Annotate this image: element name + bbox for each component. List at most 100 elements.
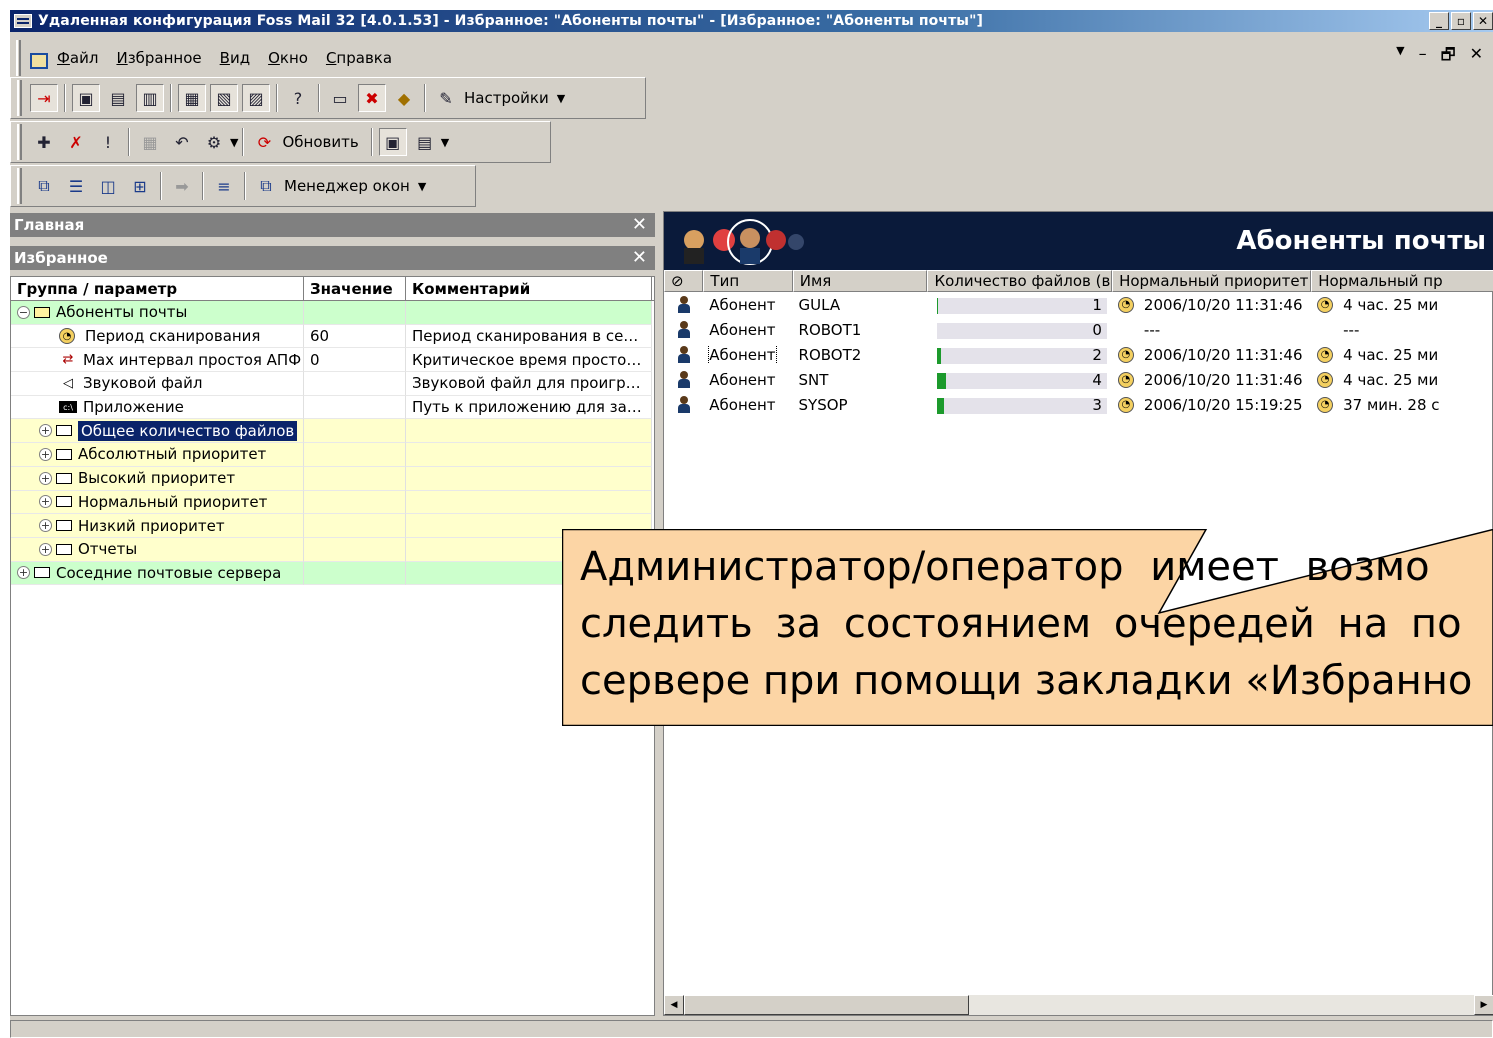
horizontal-scrollbar[interactable]: ◀ ▶ <box>664 995 1493 1015</box>
toolbar-grip[interactable] <box>17 168 22 204</box>
window-title: Удаленная конфигурация Foss Mail 32 [4.0… <box>38 13 983 29</box>
settings-button[interactable]: Настройки <box>464 89 549 107</box>
mdi-window-icon[interactable] <box>27 49 48 69</box>
arrange-icon[interactable]: ⊞ <box>126 172 154 200</box>
toolbar-chevron-icon[interactable]: ▼ <box>557 92 565 105</box>
main-view-icon[interactable]: ▣ <box>72 84 100 112</box>
properties-icon[interactable]: ▦ <box>136 128 164 156</box>
scrollbar-track[interactable] <box>969 995 1474 1015</box>
next-window-icon[interactable]: ➡ <box>168 172 196 200</box>
tree-row[interactable]: ◔ Период сканирования 60 Период сканирова… <box>11 324 654 349</box>
mdi-close-button[interactable]: ✕ <box>1470 44 1483 71</box>
toolbar-chevron-icon[interactable]: ▼ <box>441 136 449 149</box>
column-header-type[interactable]: Тип <box>703 270 793 292</box>
window-icon[interactable]: ▭ <box>326 84 354 112</box>
column-header-group[interactable]: Группа / параметр <box>11 277 304 300</box>
tile-vertical-icon[interactable]: ◫ <box>94 172 122 200</box>
expand-icon[interactable]: + <box>17 566 30 580</box>
window-manager-icon[interactable]: ⧉ <box>252 172 280 200</box>
list-row[interactable]: Абонент SYSOP 3 ◔ 2006/10/20 15:19:25 ◔ 37 мин… <box>664 392 1493 417</box>
menubar-chevron-icon[interactable]: ▼ <box>1396 44 1404 71</box>
expand-icon[interactable]: + <box>39 495 52 509</box>
toolbar-edit: ✚ ✗ ! ▦ ↶ ⚙ ▼ ⟳ Обновить ▣ ▤ ▼ <box>10 121 551 163</box>
column-header-comment[interactable]: Комментарий <box>406 277 652 300</box>
tree-row-label: Звуковой файл <box>83 374 203 393</box>
stop-icon[interactable]: ✖ <box>358 84 386 112</box>
favorites-view-icon[interactable]: ▤ <box>104 84 132 112</box>
toolbar-grip[interactable] <box>17 124 22 160</box>
tree-row[interactable]: − Абоненты почты <box>11 301 654 325</box>
add-item-icon[interactable]: ✚ <box>30 128 58 156</box>
menubar-grip[interactable] <box>16 40 21 76</box>
mdi-restore-button[interactable]: 🗗 <box>1441 44 1456 71</box>
column-header-normal-priority[interactable]: Нормальный приоритет -… <box>1112 270 1312 292</box>
list-icon[interactable]: ≡ <box>210 172 238 200</box>
preview-icon[interactable]: ▣ <box>378 128 407 156</box>
expand-icon[interactable]: + <box>39 424 52 438</box>
expand-icon[interactable]: + <box>39 519 52 533</box>
column-header-file-count[interactable]: Количество файлов (вс… <box>927 270 1113 292</box>
menu-view[interactable]: Вид <box>220 49 250 67</box>
close-button[interactable]: ✕ <box>1473 12 1493 30</box>
scrollbar-thumb[interactable] <box>684 995 969 1015</box>
mdi-minimize-button[interactable]: – <box>1419 44 1427 71</box>
tree-row[interactable]: c:\ Приложение Путь к приложению для за… <box>11 395 654 420</box>
refresh-button[interactable]: Обновить <box>282 133 358 151</box>
log-icon[interactable]: ▧ <box>210 84 238 112</box>
column-header-normal-priority-duration[interactable]: Нормальный пр <box>1311 270 1493 292</box>
title-bar[interactable]: Удаленная конфигурация Foss Mail 32 [4.0… <box>10 10 1493 32</box>
cascade-icon[interactable]: ⧉ <box>30 172 58 200</box>
close-icon[interactable]: ✕ <box>632 214 647 235</box>
minimize-button[interactable]: _ <box>1429 12 1449 30</box>
collapse-icon[interactable]: − <box>17 305 30 319</box>
file-count-value: 1 <box>1092 295 1102 314</box>
scroll-right-icon[interactable]: ▶ <box>1474 995 1493 1015</box>
tile-horizontal-icon[interactable]: ☰ <box>62 172 90 200</box>
close-icon[interactable]: ✕ <box>632 247 647 268</box>
toolbar-chevron-icon[interactable]: ▼ <box>418 180 426 193</box>
tools-icon[interactable]: ◆ <box>390 84 418 112</box>
help-icon[interactable]: ? <box>284 84 312 112</box>
tree-row[interactable]: ⇄ Max интервал простоя АПФ 0 Критическое … <box>11 348 654 373</box>
list-row[interactable]: Абонент GULA 1 ◔ 2006/10/20 11:31:46 ◔ 4 час. … <box>664 292 1493 317</box>
tree-row[interactable]: ◁ Звуковой файл Звуковой файл для проигр… <box>11 372 654 396</box>
disconnect-icon[interactable]: ⇥ <box>30 84 58 112</box>
tree-row[interactable]: + Отчеты <box>11 537 654 562</box>
tree-row[interactable]: + Соседние почтовые сервера <box>11 561 654 586</box>
menu-window[interactable]: Окно <box>268 49 308 67</box>
maximize-button[interactable]: ▫ <box>1451 12 1471 30</box>
export-icon[interactable]: ▤ <box>411 128 439 156</box>
mark-item-icon[interactable]: ! <box>94 128 122 156</box>
list-row[interactable]: Абонент ROBOT1 0 --- --- <box>664 317 1493 342</box>
stats-icon[interactable]: ▨ <box>242 84 270 112</box>
file-count-bar <box>937 347 1108 364</box>
tree-row[interactable]: + Абсолютный приоритет <box>11 443 654 467</box>
favorites-tree[interactable]: Группа / параметр Значение Комментарий −… <box>10 276 655 1016</box>
expand-icon[interactable]: + <box>39 471 52 485</box>
report-icon[interactable]: ▦ <box>178 84 206 112</box>
column-header-value[interactable]: Значение <box>304 277 406 300</box>
delete-item-icon[interactable]: ✗ <box>62 128 90 156</box>
expand-icon[interactable]: + <box>39 542 52 556</box>
tree-row[interactable]: + Высокий приоритет <box>11 466 654 491</box>
menu-favorites[interactable]: Избранное <box>116 49 201 67</box>
move-icon[interactable]: ↶ <box>168 128 196 156</box>
tree-row[interactable]: + Нормальный приоритет <box>11 490 654 515</box>
window-manager-button[interactable]: Менеджер окон <box>284 177 410 195</box>
tree-row[interactable]: + Общее количество файлов <box>11 419 654 444</box>
column-header-icon[interactable]: ⊘ <box>664 270 704 292</box>
expand-icon[interactable]: + <box>39 447 52 461</box>
tree-row[interactable]: + Низкий приоритет <box>11 514 654 538</box>
toolbar-chevron-icon[interactable]: ▼ <box>230 136 238 149</box>
configure-icon[interactable]: ⚙ <box>200 128 228 156</box>
refresh-icon[interactable]: ⟳ <box>250 128 278 156</box>
menu-help[interactable]: Справка <box>326 49 392 67</box>
settings-icon[interactable]: ✎ <box>432 84 460 112</box>
column-header-name[interactable]: Имя <box>792 270 928 292</box>
monitor-view-icon[interactable]: ▥ <box>136 84 164 112</box>
menu-file[interactable]: Файл <box>57 49 98 67</box>
list-row[interactable]: Абонент ROBOT2 2 ◔ 2006/10/20 11:31:46 ◔ 4 час… <box>664 342 1493 367</box>
list-row[interactable]: Абонент SNT 4 ◔ 2006/10/20 11:31:46 ◔ 4 час. 2… <box>664 367 1493 392</box>
scroll-left-icon[interactable]: ◀ <box>664 995 684 1015</box>
toolbar-grip[interactable] <box>17 80 22 116</box>
